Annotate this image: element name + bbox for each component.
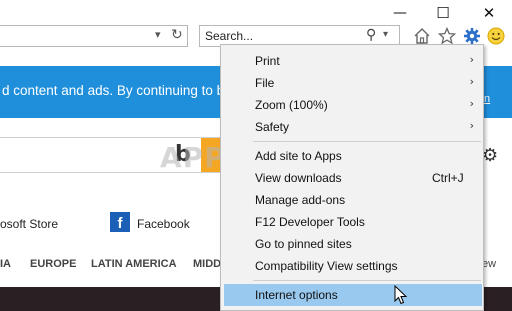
refresh-icon[interactable]: ↻ [171, 27, 183, 43]
menu-item-view-downloads[interactable]: View downloads Ctrl+J [224, 167, 482, 189]
menu-item-compatibility-view[interactable]: Compatibility View settings [224, 255, 482, 277]
menu-item-internet-options[interactable]: Internet options [224, 284, 482, 306]
menu-item-label: Print [255, 54, 280, 68]
address-bar[interactable]: ▾ ↻ [0, 25, 188, 47]
menu-item-safety[interactable]: Safety › [224, 116, 482, 138]
submenu-arrow-icon: › [469, 119, 474, 132]
menu-item-label: Internet options [255, 288, 338, 302]
browser-window: — ☐ ✕ ▾ ↻ Search... ⚲ ▾ d content and ad… [0, 0, 512, 311]
banner-text: d content and ads. By continuing to bro [2, 83, 237, 98]
tools-context-menu: Print › File › Zoom (100%) › Safety › Ad… [220, 44, 484, 311]
menu-item-label: Safety [255, 120, 290, 134]
chevron-down-icon[interactable]: ▾ [383, 29, 388, 40]
menu-item-label: Compatibility View settings [255, 259, 398, 273]
menu-separator [253, 280, 481, 281]
submenu-arrow-icon: › [469, 53, 474, 66]
region-link[interactable]: EUROPE [30, 258, 76, 270]
banner-link[interactable]: n [484, 93, 490, 105]
menu-item-label: File [255, 76, 275, 90]
home-icon[interactable] [412, 26, 432, 46]
close-button[interactable]: ✕ [474, 4, 504, 22]
menu-item-label: View downloads [255, 171, 342, 185]
menu-item-label: F12 Developer Tools [255, 215, 365, 229]
menu-item-print[interactable]: Print › [224, 50, 482, 72]
mouse-cursor-icon [394, 285, 408, 305]
region-link[interactable]: IA [0, 258, 11, 270]
search-icon[interactable]: ⚲ [366, 27, 376, 43]
region-link[interactable]: MIDD [193, 258, 221, 270]
tools-gear-icon[interactable] [462, 26, 482, 46]
menu-item-file[interactable]: File › [224, 72, 482, 94]
smiley-feedback-icon[interactable] [486, 26, 506, 46]
menu-item-manage-addons[interactable]: Manage add-ons [224, 189, 482, 211]
region-link[interactable]: ew [482, 258, 496, 270]
menu-item-label: Add site to Apps [255, 149, 342, 163]
chevron-down-icon[interactable]: ▾ [155, 28, 161, 41]
menu-item-shortcut: Ctrl+J [432, 171, 464, 185]
menu-separator [253, 141, 481, 142]
submenu-arrow-icon: › [469, 97, 474, 110]
menu-item-f12-developer-tools[interactable]: F12 Developer Tools [224, 211, 482, 233]
region-link[interactable]: LATIN AMERICA [91, 258, 177, 270]
menu-item-label: Manage add-ons [255, 193, 346, 207]
facebook-link[interactable]: Facebook [137, 217, 190, 231]
favorites-star-icon[interactable] [437, 26, 457, 46]
menu-item-pinned-sites[interactable]: Go to pinned sites [224, 233, 482, 255]
maximize-button[interactable]: ☐ [428, 4, 458, 22]
menu-item-add-site-to-apps[interactable]: Add site to Apps [224, 145, 482, 167]
search-placeholder: Search... [205, 29, 254, 43]
facebook-icon[interactable]: f [110, 212, 130, 232]
menu-item-label: Go to pinned sites [255, 237, 352, 251]
menu-item-zoom[interactable]: Zoom (100%) › [224, 94, 482, 116]
submenu-arrow-icon: › [469, 75, 474, 88]
page-settings-gear-icon[interactable]: ⚙ [482, 145, 498, 166]
ms-store-link[interactable]: osoft Store [0, 217, 58, 231]
menu-item-label: Zoom (100%) [255, 98, 328, 112]
minimize-button[interactable]: — [385, 4, 415, 22]
